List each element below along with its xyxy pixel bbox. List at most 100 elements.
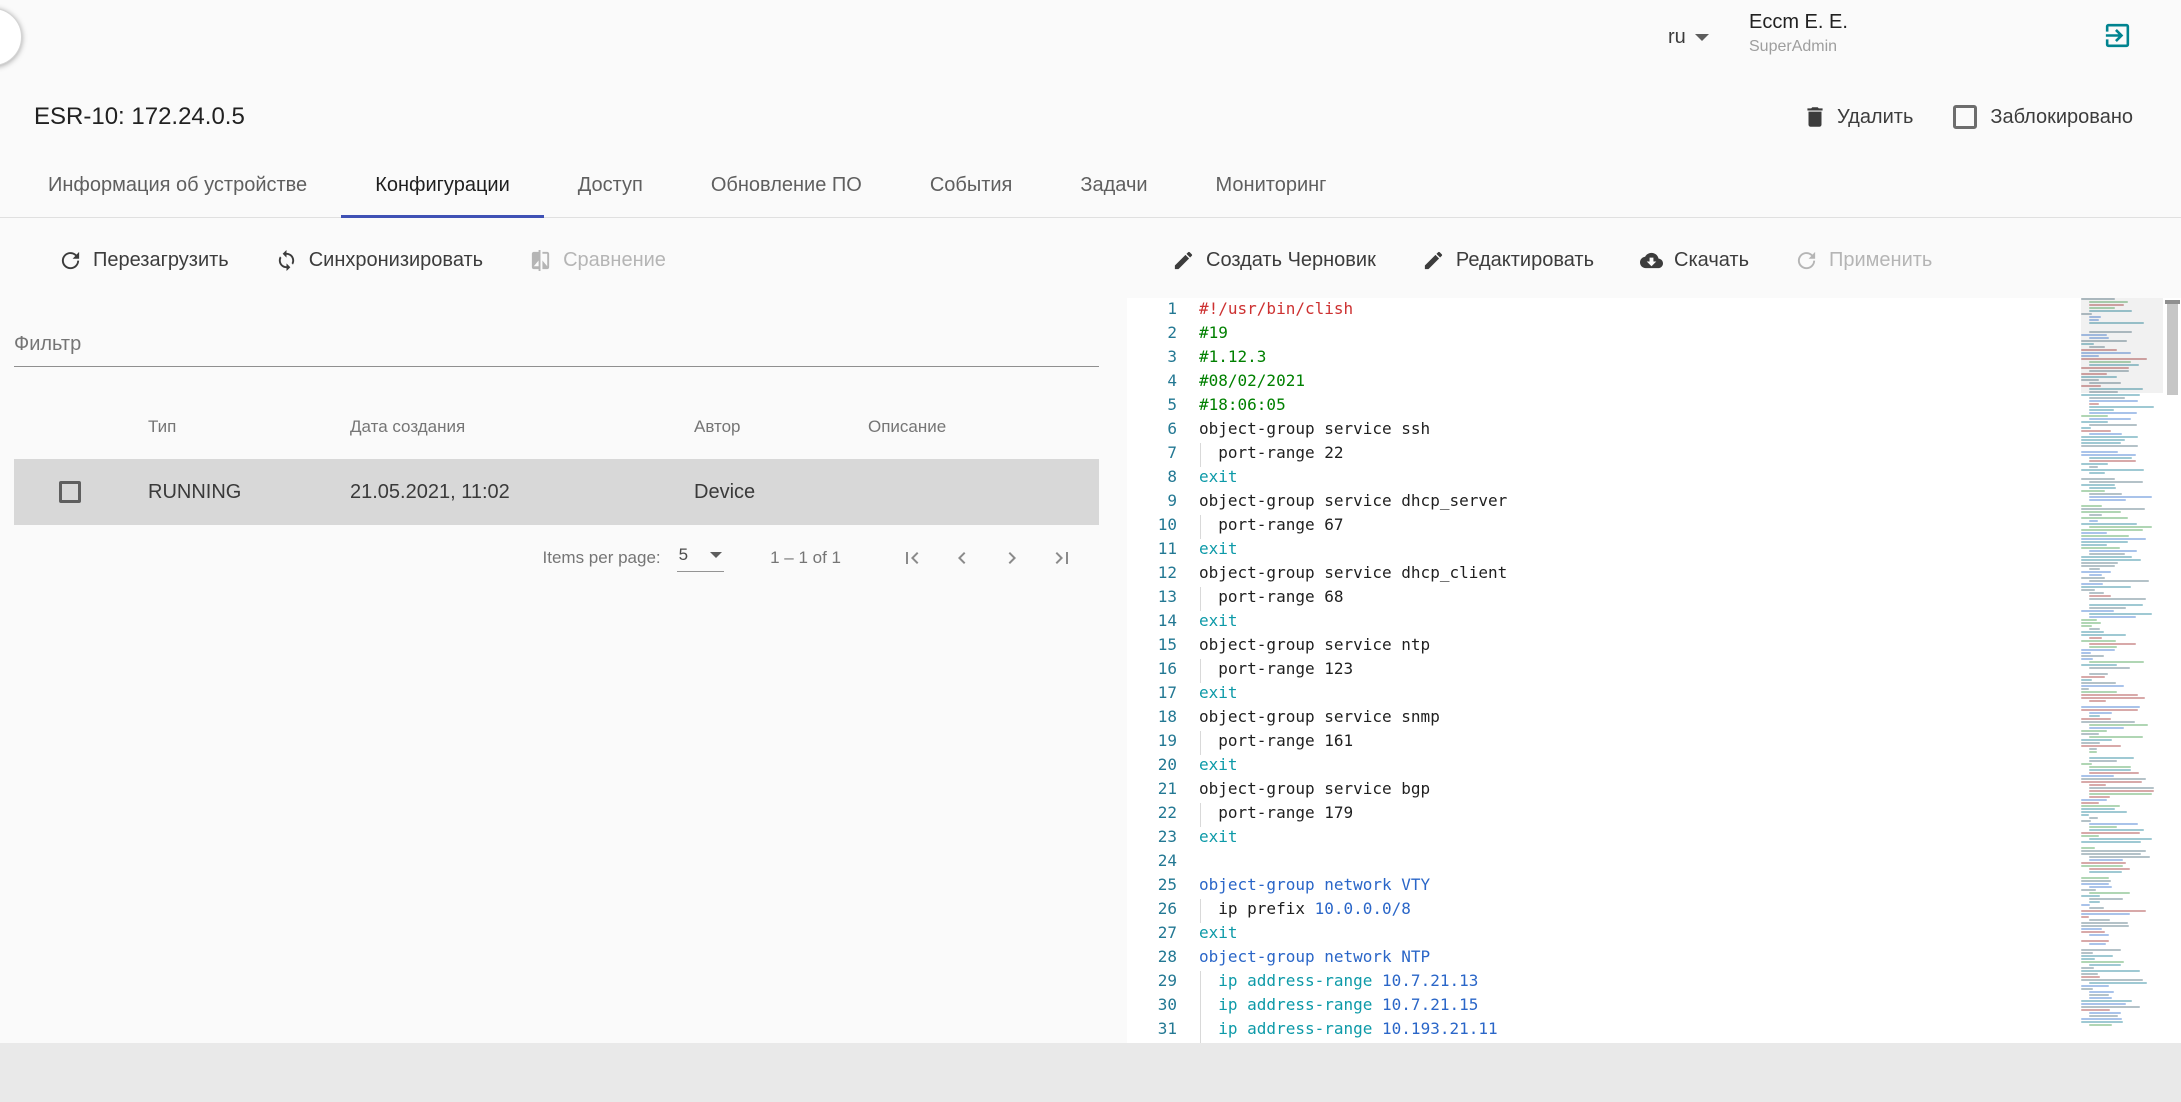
minimap-line <box>2089 307 2115 309</box>
delete-device-button[interactable]: Удалить <box>1802 104 1913 130</box>
tab-monitoring[interactable]: Мониторинг <box>1182 154 1361 217</box>
minimap-line <box>2081 343 2094 345</box>
download-button[interactable]: Скачать <box>1640 249 1749 272</box>
minimap-line <box>2089 712 2112 714</box>
minimap-line <box>2089 646 2117 648</box>
page-range-label: 1 – 1 of 1 <box>770 548 841 568</box>
minimap-line <box>2081 718 2111 720</box>
minimap-line <box>2081 544 2107 546</box>
minimap-line <box>2081 541 2128 543</box>
minimap-line <box>2089 382 2121 384</box>
page-size-select[interactable]: 5 <box>677 545 724 572</box>
minimap-line <box>2089 724 2148 726</box>
table-row[interactable]: RUNNING21.05.2021, 11:02Device <box>14 459 1099 525</box>
line-number: 4 <box>1127 371 1177 395</box>
code-line: ip address-range 10.193.21.11 <box>1199 1019 2181 1043</box>
minimap-line <box>2081 706 2140 708</box>
minimap-line <box>2081 853 2141 855</box>
logout-icon <box>2102 20 2133 51</box>
scrollbar-thumb[interactable] <box>2167 300 2178 395</box>
minimap-line <box>2081 1018 2122 1020</box>
line-number: 19 <box>1127 731 1177 755</box>
tab-tasks[interactable]: Задачи <box>1046 154 1181 217</box>
minimap-line <box>2081 427 2091 429</box>
row-checkbox[interactable] <box>59 481 81 503</box>
minimap-line <box>2089 370 2129 372</box>
minimap-line <box>2081 805 2120 807</box>
minimap-line <box>2089 769 2131 771</box>
editor-scrollbar[interactable] <box>2163 298 2181 1043</box>
minimap-line <box>2089 409 2114 411</box>
edit-button[interactable]: Редактировать <box>1422 249 1594 272</box>
minimap-line <box>2089 310 2132 312</box>
minimap-line <box>2081 979 2143 981</box>
minimap-line <box>2081 832 2140 834</box>
minimap-line <box>2089 871 2122 873</box>
line-number: 21 <box>1127 779 1177 803</box>
minimap-line <box>2081 841 2141 843</box>
line-number: 25 <box>1127 875 1177 899</box>
editor-minimap[interactable] <box>2081 298 2163 1043</box>
minimap-line <box>2081 988 2093 990</box>
minimap-line <box>2081 955 2113 957</box>
editor-toolbar: Создать Черновик Редактировать Скачать П… <box>1127 222 2181 298</box>
minimap-line <box>2081 808 2115 810</box>
code-line: port-range 68 <box>1199 587 2181 611</box>
code-line: object-group service dhcp_client <box>1199 563 2181 587</box>
logout-button[interactable] <box>2102 20 2133 51</box>
minimap-line <box>2089 322 2144 324</box>
language-selector[interactable]: ru <box>1668 26 1709 49</box>
line-number: 3 <box>1127 347 1177 371</box>
first-page-button <box>887 533 937 583</box>
reload-button[interactable]: Перезагрузить <box>59 249 229 272</box>
tab-access[interactable]: Доступ <box>544 154 677 217</box>
minimap-line <box>2089 991 2114 993</box>
tab-firmware-update[interactable]: Обновление ПО <box>677 154 896 217</box>
column-header-created: Дата создания <box>350 417 694 437</box>
minimap-line <box>2081 1009 2110 1011</box>
tab-device-info[interactable]: Информация об устройстве <box>14 154 341 217</box>
line-number: 14 <box>1127 611 1177 635</box>
minimap-line <box>2081 349 2117 351</box>
minimap-line <box>2081 352 2131 354</box>
minimap-line <box>2081 961 2124 963</box>
tab-events[interactable]: События <box>896 154 1047 217</box>
code-line: exit <box>1199 923 2181 947</box>
minimap-line <box>2081 556 2132 558</box>
minimap-line <box>2089 1012 2121 1014</box>
minimap-line <box>2081 649 2115 651</box>
minimap-line <box>2081 652 2091 654</box>
blocked-checkbox[interactable] <box>1953 105 1977 129</box>
minimap-line <box>2089 715 2100 717</box>
minimap-line <box>2089 403 2099 405</box>
minimap-line <box>2089 520 2098 522</box>
blocked-toggle[interactable]: Заблокировано <box>1953 105 2133 129</box>
minimap-line <box>2081 538 2146 540</box>
minimap-line <box>2081 478 2115 480</box>
minimap-line <box>2081 862 2126 864</box>
language-label: ru <box>1668 26 1686 49</box>
chevron-down-icon <box>1695 34 1709 41</box>
cell-type: RUNNING <box>148 481 350 504</box>
code-line: object-group service dhcp_server <box>1199 491 2181 515</box>
configurations-table: Тип Дата создания Автор Описание RUNNING… <box>14 395 1099 525</box>
editor-code[interactable]: #!/usr/bin/clish#19#1.12.3#08/02/2021#18… <box>1199 298 2181 1043</box>
cell-created: 21.05.2021, 11:02 <box>350 481 694 504</box>
filter-input[interactable]: Фильтр <box>14 322 1099 367</box>
minimap-line <box>2081 586 2131 588</box>
apply-label: Применить <box>1829 249 1932 272</box>
minimap-line <box>2081 1000 2132 1002</box>
last-page-icon <box>1050 546 1074 570</box>
minimap-line <box>2081 733 2099 735</box>
minimap-line <box>2089 607 2126 609</box>
tab-configurations[interactable]: Конфигурации <box>341 154 544 217</box>
create-draft-button[interactable]: Создать Черновик <box>1172 249 1376 272</box>
sync-button[interactable]: Синхронизировать <box>275 249 483 272</box>
minimap-line <box>2081 340 2127 342</box>
minimap-line <box>2081 1003 2126 1005</box>
compare-button: Сравнение <box>529 249 666 272</box>
minimap-line <box>2081 850 2146 852</box>
user-role: SuperAdmin <box>1749 38 1848 56</box>
minimap-line <box>2081 625 2092 627</box>
minimap-line <box>2081 967 2094 969</box>
